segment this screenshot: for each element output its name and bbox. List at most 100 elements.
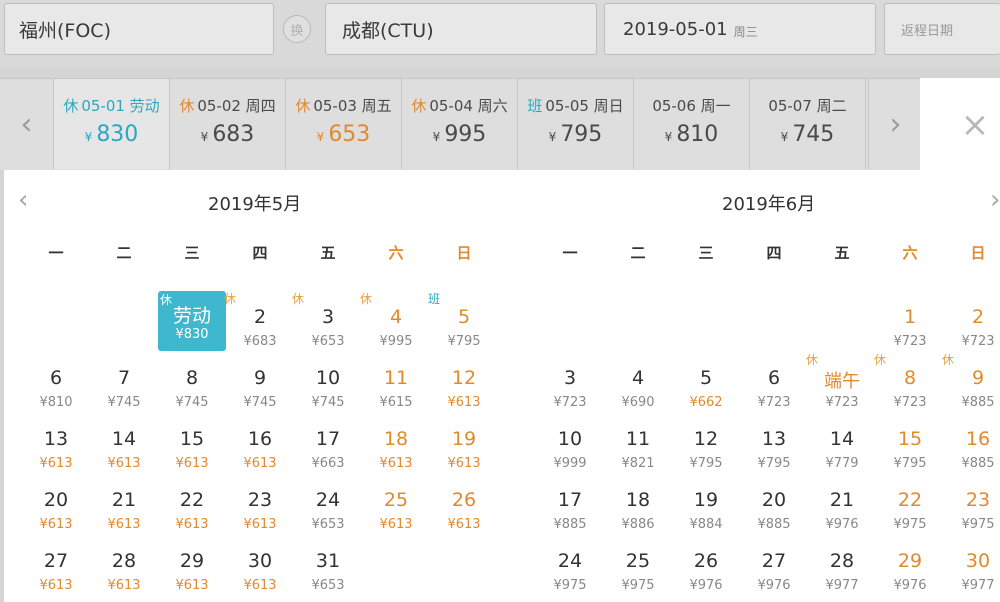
calendar-day[interactable]: 3 ¥723 — [536, 365, 604, 425]
calendar-day[interactable]: 8 ¥745 — [158, 365, 226, 425]
calendar-day[interactable]: 16 ¥885 — [944, 426, 1000, 486]
calendar-day[interactable]: 休端午 ¥723 — [806, 353, 876, 425]
calendar-day[interactable]: 休 9 ¥885 — [942, 353, 1000, 425]
calendar-day[interactable]: 26 ¥976 — [672, 548, 740, 602]
holiday-marker: 休 — [874, 353, 887, 367]
day-number: 17 — [315, 428, 341, 450]
calendar-day[interactable]: 27 ¥613 — [22, 548, 90, 602]
strip-price-value: 795 — [560, 122, 603, 147]
strip-date: 05-01 劳动 — [81, 97, 160, 115]
weekday-header: 二 — [116, 244, 132, 262]
day-number: 27 — [43, 550, 69, 572]
calendar-day[interactable]: 11 ¥615 — [362, 365, 430, 425]
calendar-day[interactable]: 23 ¥613 — [226, 487, 294, 547]
calendar-day[interactable]: 25 ¥975 — [604, 548, 672, 602]
calendar-day[interactable]: 5 ¥662 — [672, 365, 740, 425]
calendar-day[interactable]: 6 ¥723 — [740, 365, 808, 425]
calendar-prev-month-button[interactable]: ‹ — [18, 185, 28, 215]
currency-symbol: ¥ — [664, 130, 673, 144]
calendar-day[interactable]: 班 5 ¥795 — [428, 292, 498, 364]
calendar-day[interactable]: 29 ¥976 — [876, 548, 944, 602]
day-price: ¥745 — [243, 395, 277, 410]
calendar-day[interactable]: 13 ¥613 — [22, 426, 90, 486]
calendar-day[interactable]: 17 ¥663 — [294, 426, 362, 486]
calendar-day[interactable]: 6 ¥810 — [22, 365, 90, 425]
departure-city-field[interactable]: 福州(FOC) — [4, 3, 274, 55]
date-strip-label: 休 05-04 周六 — [402, 95, 517, 116]
date-strip-item[interactable]: 休 05-04 周六 ¥995 — [402, 79, 518, 169]
holiday-tag: 休 — [179, 97, 195, 115]
date-strip-item[interactable]: 05-07 周二 ¥745 — [750, 79, 866, 169]
calendar-day[interactable]: 14 ¥613 — [90, 426, 158, 486]
day-number: 10 — [557, 428, 583, 450]
calendar-day[interactable]: 22 ¥975 — [876, 487, 944, 547]
calendar-day[interactable]: 19 ¥884 — [672, 487, 740, 547]
calendar-day[interactable]: 休 3 ¥653 — [292, 292, 362, 364]
day-number: 15 — [897, 428, 923, 450]
calendar-day[interactable]: 18 ¥886 — [604, 487, 672, 547]
calendar-day[interactable]: 24 ¥653 — [294, 487, 362, 547]
strip-price: ¥683 — [170, 122, 285, 147]
date-strip-item[interactable]: 休 05-03 周五 ¥653 — [286, 79, 402, 169]
calendar-day[interactable]: 10 ¥999 — [536, 426, 604, 486]
calendar-day[interactable]: 23 ¥975 — [944, 487, 1000, 547]
calendar-day[interactable]: 13 ¥795 — [740, 426, 808, 486]
calendar-day[interactable]: 7 ¥745 — [90, 365, 158, 425]
calendar-day[interactable]: 28 ¥613 — [90, 548, 158, 602]
calendar-day[interactable]: 18 ¥613 — [362, 426, 430, 486]
calendar-day[interactable]: 12 ¥795 — [672, 426, 740, 486]
calendar-day[interactable]: 20 ¥613 — [22, 487, 90, 547]
calendar-day[interactable]: 休 4 ¥995 — [360, 292, 430, 364]
calendar-day[interactable]: 休劳动 ¥830 — [158, 291, 226, 351]
day-price: ¥723 — [893, 334, 927, 349]
date-strip-item[interactable]: 休 05-02 周四 ¥683 — [170, 79, 286, 169]
calendar-day[interactable]: 休 2 ¥683 — [224, 292, 294, 364]
calendar-day[interactable]: 21 ¥976 — [808, 487, 876, 547]
calendar-day[interactable]: 27 ¥976 — [740, 548, 808, 602]
calendar-day[interactable]: 25 ¥613 — [362, 487, 430, 547]
calendar-day[interactable]: 休 8 ¥723 — [874, 353, 944, 425]
swap-cities-button[interactable]: 换 — [283, 15, 311, 43]
calendar-day[interactable]: 26 ¥613 — [430, 487, 498, 547]
calendar-day[interactable]: 24 ¥975 — [536, 548, 604, 602]
date-strip-item[interactable]: 05-06 周一 ¥810 — [634, 79, 750, 169]
calendar-day[interactable]: 22 ¥613 — [158, 487, 226, 547]
day-number: 4 — [389, 306, 403, 328]
calendar-day[interactable]: 31 ¥653 — [294, 548, 362, 602]
calendar-day[interactable]: 11 ¥821 — [604, 426, 672, 486]
arrival-city-field[interactable]: 成都(CTU) — [325, 3, 597, 55]
departure-date-field[interactable]: 2019-05-01 周三 — [604, 3, 876, 55]
calendar-day[interactable]: 16 ¥613 — [226, 426, 294, 486]
calendar-day[interactable]: 15 ¥795 — [876, 426, 944, 486]
calendar-day[interactable]: 20 ¥885 — [740, 487, 808, 547]
day-number: 18 — [625, 489, 651, 511]
calendar-day[interactable]: 21 ¥613 — [90, 487, 158, 547]
calendar-day[interactable]: 4 ¥690 — [604, 365, 672, 425]
holiday-tag: 休 — [295, 97, 311, 115]
calendar-day[interactable]: 12 ¥613 — [430, 365, 498, 425]
date-strip-item[interactable]: 休 05-01 劳动 ¥830 — [54, 79, 170, 169]
date-strip-item[interactable]: 班 05-05 周日 ¥795 — [518, 79, 634, 169]
calendar-day[interactable]: 1 ¥723 — [876, 304, 944, 364]
strip-next-button[interactable]: › — [868, 79, 922, 169]
calendar-day[interactable]: 30 ¥613 — [226, 548, 294, 602]
calendar-day[interactable]: 17 ¥885 — [536, 487, 604, 547]
calendar-day[interactable]: 29 ¥613 — [158, 548, 226, 602]
calendar-day[interactable]: 10 ¥745 — [294, 365, 362, 425]
calendar-day[interactable]: 9 ¥745 — [226, 365, 294, 425]
calendar-day[interactable]: 15 ¥613 — [158, 426, 226, 486]
calendar-day[interactable]: 30 ¥977 — [944, 548, 1000, 602]
date-strip-label: 休 05-02 周四 — [170, 95, 285, 116]
return-date-field[interactable]: 返程日期 — [884, 3, 1000, 55]
date-strip-label: 05-06 周一 — [634, 95, 749, 116]
strip-prev-button[interactable]: ‹ — [0, 79, 54, 169]
calendar-day[interactable]: 28 ¥977 — [808, 548, 876, 602]
close-calendar-button[interactable]: × — [960, 105, 990, 145]
day-number: 3 — [321, 306, 335, 328]
calendar-day[interactable]: 14 ¥779 — [808, 426, 876, 486]
calendar-day[interactable]: 19 ¥613 — [430, 426, 498, 486]
day-number: 4 — [631, 367, 645, 389]
calendar-next-month-button[interactable]: › — [990, 185, 1000, 215]
day-price: ¥810 — [39, 395, 73, 410]
day-price: ¥975 — [621, 578, 655, 593]
